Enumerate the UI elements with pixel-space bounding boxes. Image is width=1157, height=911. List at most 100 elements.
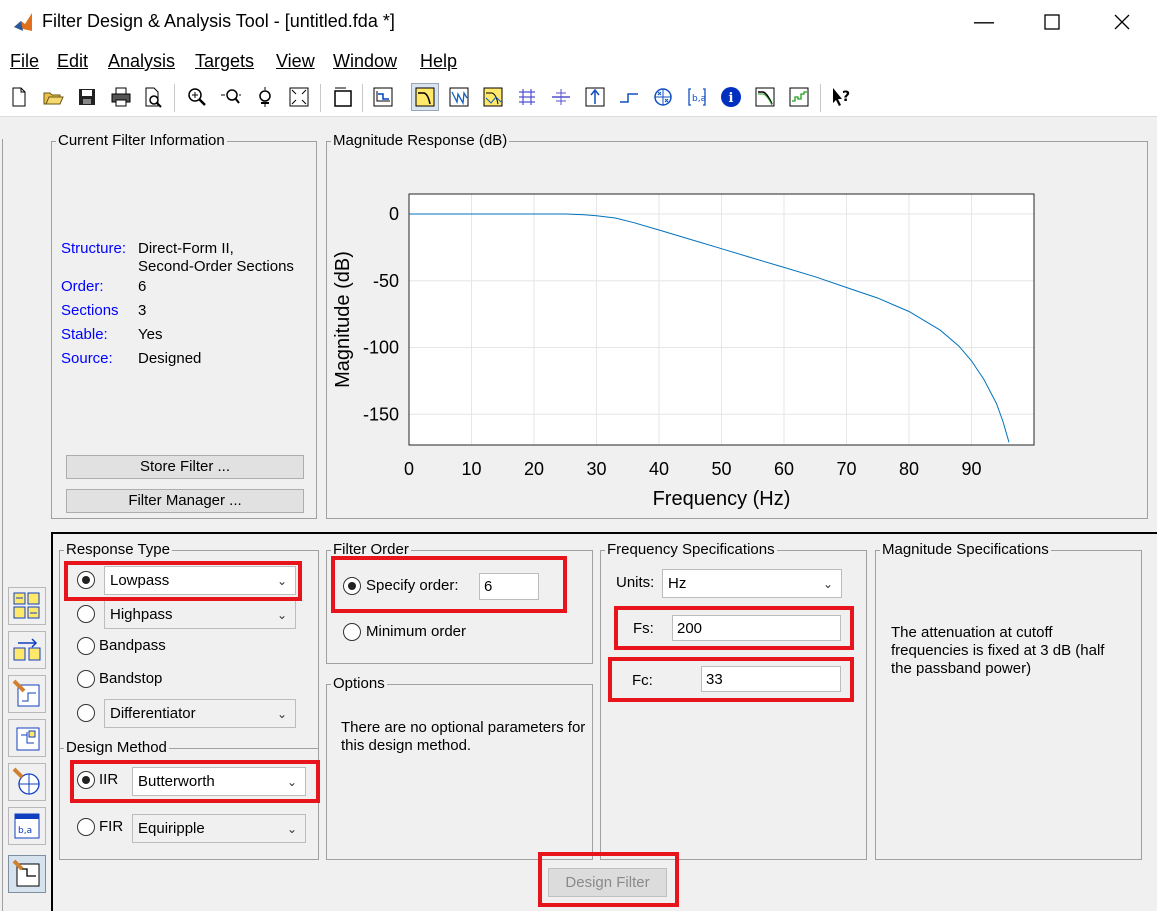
source-label: Source:	[61, 350, 113, 367]
step-response-icon	[620, 93, 638, 103]
menu-help[interactable]: Help	[420, 51, 457, 72]
whats-this-help-icon: ?	[833, 88, 850, 106]
multirate-design-icon: b,a	[14, 813, 40, 839]
y-tick-label: -150	[363, 404, 399, 424]
differentiator-radio[interactable]	[77, 704, 95, 722]
magnitude-response-chart[interactable]: 0 10 20 30 40 50 60 70 80 90 0 -50 -100 -150 Frequenc…	[326, 141, 1148, 519]
coefficients-button[interactable]: b,a	[684, 84, 710, 110]
bandpass-label[interactable]: Bandpass	[99, 637, 166, 654]
sidebar-pole-zero-editor-button[interactable]	[8, 763, 46, 801]
sidebar-design-filter-button[interactable]	[8, 855, 46, 893]
close-button[interactable]	[1094, 4, 1150, 40]
store-filter-button[interactable]: Store Filter ...	[66, 455, 304, 479]
menu-analysis[interactable]: Analysis	[108, 51, 175, 72]
sections-label: Sections	[61, 302, 119, 319]
structure-label: Structure:	[61, 240, 127, 257]
y-tick-label: -50	[373, 271, 399, 291]
structure-value-line2: Second-Order Sections	[138, 258, 294, 275]
fir-label[interactable]: FIR	[99, 818, 123, 835]
iir-highlight-box	[70, 760, 320, 803]
svg-text:?: ?	[842, 89, 850, 105]
sidebar-import-filter-button[interactable]	[8, 675, 46, 713]
menu-file[interactable]: File	[10, 51, 39, 72]
source-value: Designed	[138, 350, 202, 367]
fir-radio[interactable]	[77, 818, 95, 836]
pole-zero-icon	[654, 88, 672, 106]
chevron-down-icon: ⌄	[286, 821, 297, 836]
menu-bar: File Edit Analysis Targets View Window H…	[0, 46, 1157, 76]
differentiator-select[interactable]: Differentiator ⌄	[104, 699, 296, 728]
sidebar-convert-structure-button[interactable]	[8, 631, 46, 669]
menu-edit[interactable]: Edit	[57, 51, 88, 72]
x-tick-label: 40	[649, 459, 669, 479]
chevron-down-icon: ⌄	[822, 576, 833, 591]
round-off-noise-button[interactable]	[786, 84, 812, 110]
impulse-response-button[interactable]	[582, 84, 608, 110]
sidebar-multirate-button[interactable]: b,a	[8, 807, 46, 845]
import-filter-icon	[12, 679, 40, 707]
x-tick-label: 70	[836, 459, 856, 479]
zoom-y-button[interactable]	[252, 84, 278, 110]
zoom-x-button[interactable]	[218, 84, 244, 110]
main-area: Current Filter Information Structure: Di…	[0, 117, 1157, 911]
magnitude-specs-legend: Magnitude Specifications	[880, 541, 1051, 558]
specify-order-highlight-box	[331, 556, 567, 613]
mag-phase-button[interactable]	[480, 84, 506, 110]
magnitude-estimate-icon	[755, 87, 775, 107]
coefficients-icon: b,a	[688, 88, 706, 106]
magnitude-response-button[interactable]	[411, 83, 439, 111]
print-preview-button[interactable]	[140, 84, 166, 110]
zoom-y-icon	[259, 87, 271, 107]
transform-filter-icon	[13, 592, 40, 619]
full-view-button[interactable]	[286, 84, 312, 110]
zoom-in-icon	[188, 88, 206, 106]
bandpass-radio[interactable]	[77, 637, 95, 655]
print-button[interactable]	[108, 84, 134, 110]
y-tick-label: 0	[389, 204, 399, 224]
new-file-button[interactable]	[6, 84, 32, 110]
zoom-in-button[interactable]	[184, 84, 210, 110]
sidebar-realize-model-button[interactable]	[8, 719, 46, 757]
magnitude-specs-text: The attenuation at cutoff frequencies is…	[891, 624, 1105, 677]
group-delay-button[interactable]	[514, 84, 540, 110]
filter-manager-button[interactable]: Filter Manager ...	[66, 489, 304, 513]
filter-specs-button[interactable]	[370, 84, 396, 110]
response-type-legend: Response Type	[64, 541, 172, 558]
bandstop-label[interactable]: Bandstop	[99, 670, 162, 687]
sidebar-transform-filter-button[interactable]	[8, 587, 46, 625]
maximize-button[interactable]	[1024, 4, 1080, 40]
whats-this-button[interactable]: ?	[828, 84, 854, 110]
save-button[interactable]	[74, 84, 100, 110]
menu-view[interactable]: View	[276, 51, 315, 72]
magnitude-estimate-button[interactable]	[752, 84, 778, 110]
fir-method-select[interactable]: Equiripple ⌄	[132, 814, 306, 843]
step-response-button[interactable]	[616, 84, 642, 110]
bandstop-radio[interactable]	[77, 670, 95, 688]
full-view-icon	[289, 87, 309, 107]
units-select[interactable]: Hz ⌄	[662, 569, 842, 598]
realize-model-icon	[16, 727, 40, 751]
matlab-logo-icon	[12, 11, 34, 33]
design-filter-icon	[12, 859, 40, 887]
fc-highlight-box	[608, 657, 854, 702]
minimize-button[interactable]: —	[956, 4, 1012, 40]
minimum-order-radio[interactable]	[343, 623, 361, 641]
stable-value: Yes	[138, 326, 163, 343]
x-tick-label: 10	[461, 459, 481, 479]
options-legend: Options	[331, 675, 387, 692]
chevron-down-icon: ⌄	[276, 706, 287, 721]
new-figure-button[interactable]	[330, 84, 356, 110]
highpass-radio[interactable]	[77, 605, 95, 623]
filter-info-button[interactable]: i	[718, 84, 744, 110]
menu-targets[interactable]: Targets	[195, 51, 254, 72]
highpass-select[interactable]: Highpass ⌄	[104, 600, 296, 629]
pole-zero-button[interactable]	[650, 84, 676, 110]
info-icon: i	[721, 87, 741, 107]
open-button[interactable]	[40, 84, 66, 110]
phase-response-button[interactable]	[446, 84, 472, 110]
impulse-response-icon	[585, 87, 605, 107]
phase-delay-button[interactable]	[548, 84, 574, 110]
chart-y-axis-label: Magnitude (dB)	[332, 251, 354, 388]
menu-window[interactable]: Window	[333, 51, 397, 72]
minimum-order-label[interactable]: Minimum order	[366, 623, 466, 640]
